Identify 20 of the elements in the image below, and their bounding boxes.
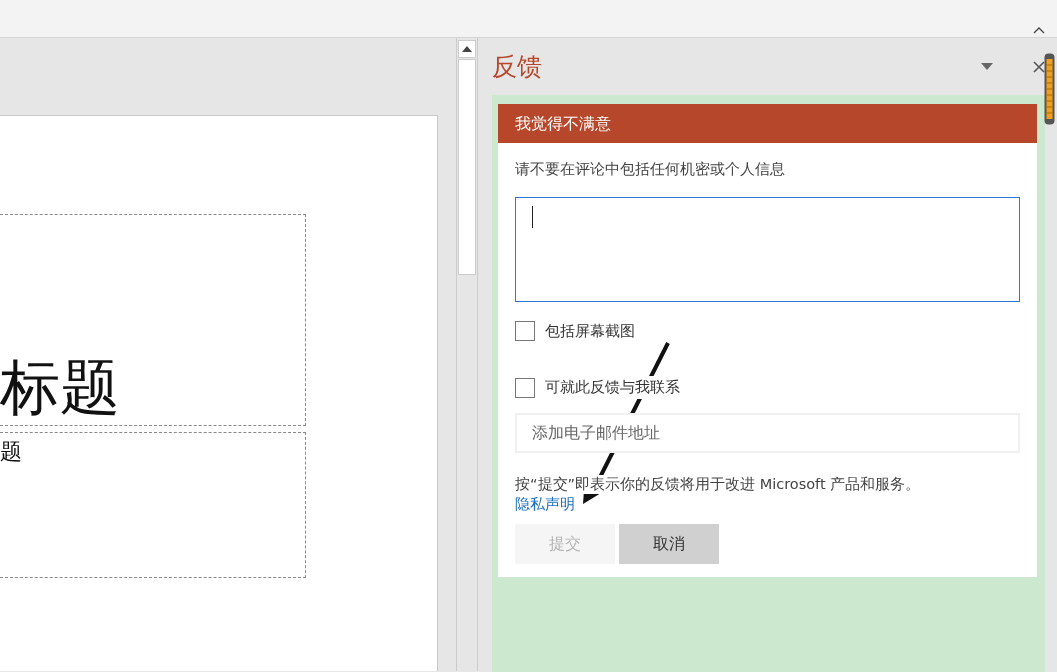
slide-subtitle-text: 题 xyxy=(0,439,22,464)
dropdown-icon[interactable] xyxy=(981,63,993,70)
card-header: 我觉得不满意 xyxy=(498,104,1037,143)
email-field[interactable]: 添加电子邮件地址 xyxy=(515,412,1020,453)
text-cursor xyxy=(532,205,533,228)
scroll-up-button[interactable] xyxy=(458,40,476,58)
up-arrow-icon xyxy=(462,46,472,52)
checkbox-label[interactable]: 可就此反馈与我联系 xyxy=(545,376,680,399)
close-icon[interactable] xyxy=(1033,60,1045,73)
scroll-thumb[interactable] xyxy=(458,59,476,275)
privacy-link[interactable]: 隐私声明 xyxy=(515,496,575,513)
comment-field[interactable] xyxy=(515,196,1020,302)
subtitle-placeholder[interactable]: 题 xyxy=(0,432,306,578)
checkbox[interactable] xyxy=(515,377,535,398)
notice-text: 请不要在评论中包括任何机密或个人信息 xyxy=(515,160,786,179)
cancel-button[interactable]: 取消 xyxy=(619,524,719,565)
checkbox[interactable] xyxy=(515,321,535,341)
scroll-thumb-drawing[interactable] xyxy=(1044,53,1055,125)
collapse-ribbon-icon[interactable] xyxy=(1033,26,1045,34)
pane-title: 反馈 xyxy=(492,50,542,83)
